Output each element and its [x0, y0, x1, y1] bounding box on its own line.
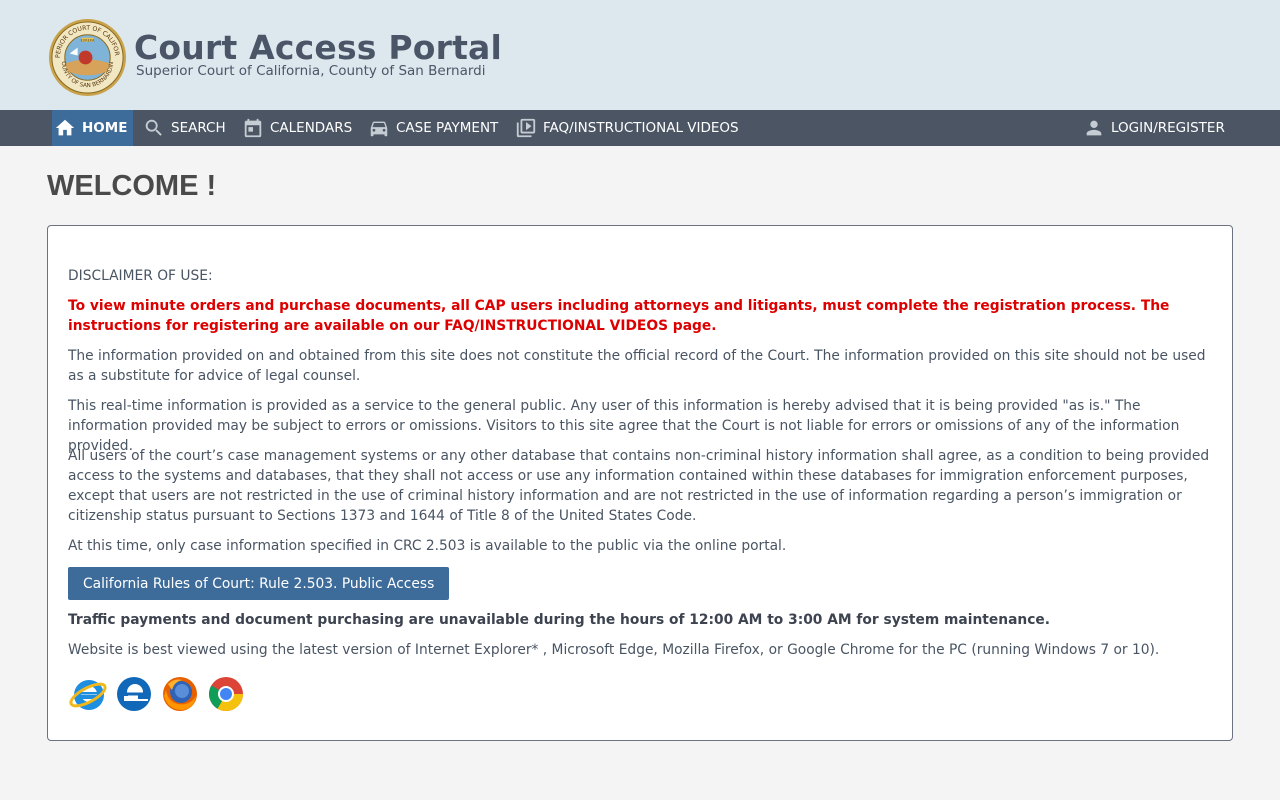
- site-title: Court Access Portal: [134, 28, 503, 67]
- nav-search[interactable]: SEARCH: [143, 110, 226, 146]
- search-icon: [145, 119, 162, 136]
- disclaimer-paragraph-3: All users of the court’s case management…: [68, 448, 1210, 524]
- registration-notice: To view minute orders and purchase docum…: [68, 298, 1170, 334]
- seal-banner-text: EUREKA: [81, 39, 95, 43]
- court-seal-logo[interactable]: SUPERIOR COURT OF CALIFORNIA COUNTY OF S…: [48, 18, 127, 97]
- internet-explorer-icon: [69, 680, 107, 710]
- car-icon: [370, 121, 388, 137]
- chrome-icon: [209, 677, 243, 711]
- site-header: SUPERIOR COURT OF CALIFORNIA COUNTY OF S…: [0, 0, 1280, 110]
- nav-calendars-label: CALENDARS: [270, 120, 353, 136]
- nav-faq-videos-label: FAQ/INSTRUCTIONAL VIDEOS: [543, 120, 739, 136]
- nav-faq-videos[interactable]: FAQ/INSTRUCTIONAL VIDEOS: [515, 110, 739, 146]
- microsoft-edge-icon: [117, 677, 151, 711]
- disclaimer-panel: DISCLAIMER OF USE: To view minute orders…: [47, 225, 1233, 741]
- firefox-icon: [163, 677, 197, 711]
- video-library-icon: [516, 118, 536, 138]
- nav-search-label: SEARCH: [171, 120, 226, 136]
- calendar-icon: [244, 118, 262, 138]
- disclaimer-heading: DISCLAIMER OF USE:: [68, 268, 213, 284]
- home-icon: [55, 119, 75, 136]
- page-title: WELCOME !: [47, 170, 217, 202]
- main-navigation: HOME SEARCH CALENDARS CASE PAYMENT FAQ/I…: [0, 110, 1280, 146]
- nav-calendars[interactable]: CALENDARS: [242, 110, 352, 146]
- nav-home[interactable]: HOME: [52, 110, 133, 146]
- disclaimer-paragraph-1: The information provided on and obtained…: [68, 348, 1206, 384]
- site-subtitle: Superior Court of California, County of …: [136, 63, 486, 79]
- nav-login-register[interactable]: LOGIN/REGISTER: [1083, 110, 1225, 146]
- nav-home-label: HOME: [82, 120, 128, 136]
- nav-case-payment-label: CASE PAYMENT: [396, 120, 499, 136]
- nav-login-register-label: LOGIN/REGISTER: [1111, 120, 1225, 136]
- maintenance-notice: Traffic payments and document purchasing…: [68, 612, 1050, 628]
- rule-2503-button[interactable]: California Rules of Court: Rule 2.503. P…: [68, 567, 450, 600]
- browser-notice: Website is best viewed using the latest …: [68, 642, 1160, 658]
- disclaimer-paragraph-4: At this time, only case information spec…: [68, 538, 787, 554]
- nav-case-payment[interactable]: CASE PAYMENT: [368, 110, 498, 146]
- user-icon: [1086, 120, 1102, 136]
- browser-icons: [68, 674, 246, 714]
